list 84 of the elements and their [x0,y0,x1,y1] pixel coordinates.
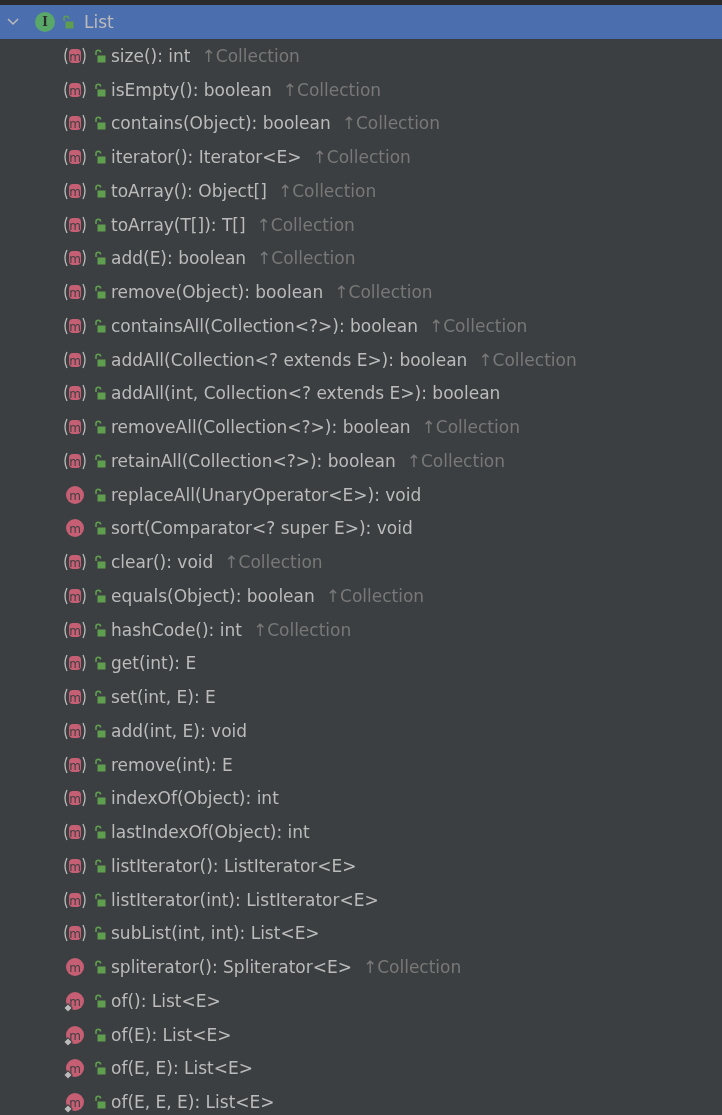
method-signature: addAll(Collection<? extends E>): boolean [111,349,468,370]
inherited-from-label: ↑Collection [362,957,462,978]
unlocked-padlock-icon [94,285,106,300]
method-signature: remove(Object): boolean [111,282,324,303]
method-signature: listIterator(int): ListIterator<E> [111,889,379,910]
method-signature: addAll(int, Collection<? extends E>): boolean [111,383,501,404]
method-signature: sort(Comparator<? super E>): void [111,518,413,539]
unlocked-padlock-icon [94,183,106,198]
unlocked-padlock-icon [94,858,106,873]
unlocked-padlock-icon [94,555,106,570]
inherited-from-label: ↑Collection [341,113,441,134]
unlocked-padlock-icon [94,386,106,401]
unlocked-padlock-icon [94,622,106,637]
method-signature: subList(int, int): List<E> [111,923,320,944]
method-signature: equals(Object): boolean [111,585,315,606]
method-signature: removeAll(Collection<?>): boolean [111,417,411,438]
method-signature: indexOf(Object): int [111,788,279,809]
method-signature: add(int, E): void [111,720,248,741]
method-signature: size(): int [111,45,191,66]
unlocked-padlock-icon [94,521,106,536]
unlocked-padlock-icon [94,116,106,131]
method-signature: listIterator(): ListIterator<E> [111,855,357,876]
unlocked-padlock-icon [94,926,106,941]
inherited-from-label: ↑Collection [421,417,520,438]
unlocked-padlock-icon [94,791,106,806]
unlocked-padlock-icon [94,892,106,907]
unlocked-padlock-icon [94,487,106,502]
unlocked-padlock-icon [94,1061,106,1076]
inherited-from-label: ↑Collection [224,552,323,573]
method-signature: clear(): void [111,552,214,573]
unlocked-padlock-icon [94,993,106,1008]
inherited-from-label: ↑Collection [429,315,528,336]
method-signature: of(E): List<E> [111,1024,232,1045]
inherited-from-label: ↑Collection [252,619,352,640]
inherited-from-label: ↑Collection [256,214,355,235]
unlocked-padlock-icon [94,1095,106,1110]
method-signature: isEmpty(): boolean [111,79,272,100]
method-signature: set(int, E): E [111,687,216,708]
method-signature: retainAll(Collection<?>): boolean [111,450,396,471]
unlocked-padlock-icon [62,15,74,29]
method-signature: toArray(T[]): T[] [111,214,246,235]
unlocked-padlock-icon [94,217,106,232]
inherited-from-label: ↑Collection [478,349,577,370]
unlocked-padlock-icon [94,757,106,772]
unlocked-padlock-icon [94,723,106,738]
method-signature: of(E, E): List<E> [111,1058,254,1079]
tree-node-label: List [84,12,114,32]
unlocked-padlock-icon [94,825,106,840]
method-signature: iterator(): Iterator<E> [111,147,302,168]
inherited-from-label: ↑Collection [257,248,356,269]
method-signature: add(E): boolean [111,248,247,269]
inherited-from-label: ↑Collection [201,45,300,66]
interface-icon: I [34,11,56,33]
inherited-from-label: ↑Collection [325,585,425,606]
unlocked-padlock-icon [94,150,106,165]
unlocked-padlock-icon [94,352,106,367]
method-signature: replaceAll(UnaryOperator<E>): void [111,484,422,505]
method-signature: contains(Object): boolean [111,113,331,134]
unlocked-padlock-icon [94,1027,106,1042]
tree-root-row[interactable]: I List [0,5,722,39]
method-signature: hashCode(): int [111,619,242,640]
inherited-from-label: ↑Collection [334,282,433,303]
method-signature: lastIndexOf(Object): int [111,822,310,843]
unlocked-padlock-icon [94,656,106,671]
unlocked-padlock-icon [94,420,106,435]
unlocked-padlock-icon [94,588,106,603]
method-signature: of(E, E, E): List<E> [111,1092,275,1113]
method-signature: spliterator(): Spliterator<E> [111,957,352,978]
unlocked-padlock-icon [94,960,106,975]
unlocked-padlock-icon [94,82,106,97]
method-signature: remove(int): E [111,754,233,775]
unlocked-padlock-icon [94,318,106,333]
unlocked-padlock-icon [94,690,106,705]
inherited-from-label: ↑Collection [312,147,411,168]
method-signature: of(): List<E> [111,990,221,1011]
unlocked-padlock-icon [94,251,106,266]
method-signature: get(int): E [111,653,197,674]
unlocked-padlock-icon [94,48,106,63]
inherited-from-label: ↑Collection [277,180,377,201]
inherited-from-label: ↑Collection [406,450,506,471]
method-signature: containsAll(Collection<?>): boolean [111,315,418,336]
unlocked-padlock-icon [94,453,106,468]
method-signature: toArray(): Object[] [111,180,267,201]
inherited-from-label: ↑Collection [282,79,382,100]
